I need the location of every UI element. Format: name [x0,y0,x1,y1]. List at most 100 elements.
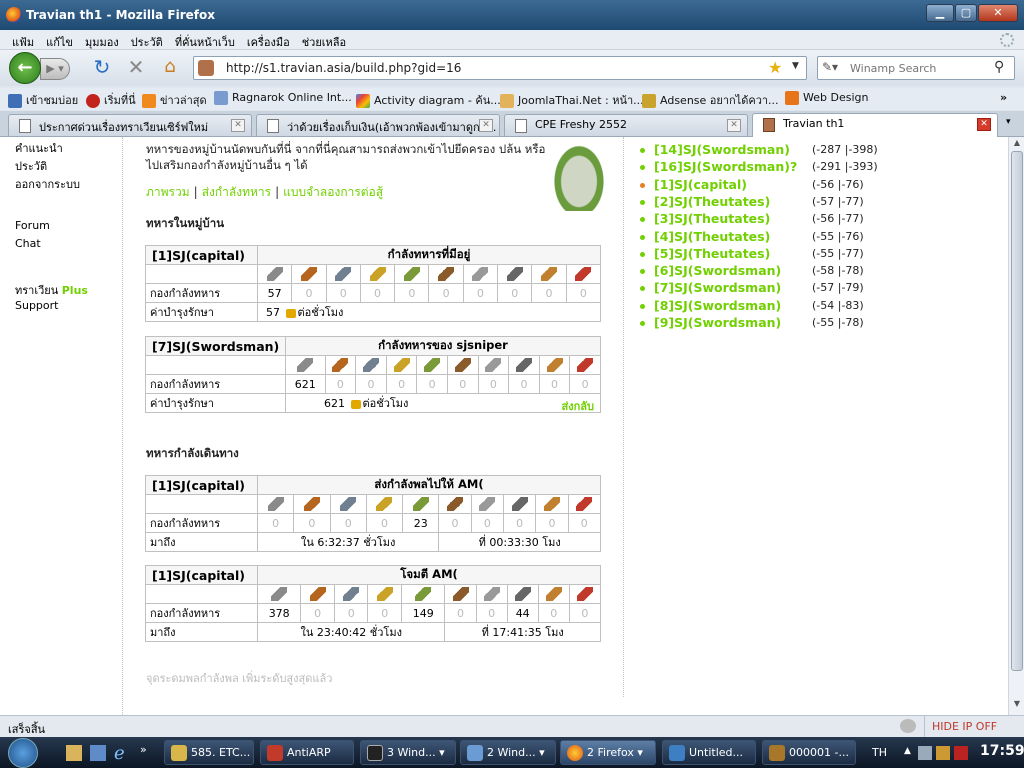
tab-announcement[interactable]: ประกาศด่วนเรื่องทราเวียนเซิร์ฟใหม่ ✕ [8,114,252,136]
google-icon [356,94,370,108]
sidebar-link-history[interactable]: ประวัติ [15,157,47,175]
tray-expand-icon[interactable]: ▲ [904,746,911,756]
address-url[interactable]: http://s1.travian.asia/build.php?gid=16 [226,61,461,75]
bookmark-item[interactable]: Ragnarok Online Int... [214,91,352,105]
taskbar-item-cmd[interactable]: 3 Wind... ▾ [360,740,456,765]
sidebar-link-logout[interactable]: ออกจากระบบ [15,175,80,193]
arrival-time: ที่ 00:33:30 โมง [438,532,601,552]
row-label-arrival: มาถึง [145,622,258,642]
village-link[interactable]: [3]SJ(Theutates) [654,211,770,226]
village-link[interactable]: [16]SJ(Swordsman)? [654,159,797,174]
nav-send-troops-link[interactable]: ส่งกำลังทหาร [202,185,271,199]
fire-catapult-icon [514,587,531,601]
forward-button[interactable]: ▶ ▾ [40,58,70,80]
village-coordinates: (-57 |-77) [812,194,864,208]
quicklaunch-icon[interactable] [66,745,82,761]
troop-count: 0 [475,603,508,623]
search-box[interactable]: ✎▾ ⚲ [817,56,1015,80]
stop-icon[interactable]: ✕ [126,57,146,77]
bookmark-item[interactable]: Adsense อยากได้ควา... [642,91,779,109]
addon-icon[interactable] [900,719,916,733]
search-icon[interactable]: ⚲ [994,59,1004,75]
village-link[interactable]: [1]SJ(capital) [654,177,747,192]
taskbar-item-antiarp[interactable]: AntiARP [260,740,354,765]
nav-overview-link[interactable]: ภาพรวม [146,185,190,199]
village-link[interactable]: [1]SJ(capital) [145,475,258,495]
tab-close-icon[interactable]: ✕ [977,118,991,131]
bookmark-item[interactable]: Activity diagram - ค้น... [356,91,501,109]
tab-cpe-freshy[interactable]: CPE Freshy 2552 ✕ [504,114,748,136]
network-icon[interactable] [918,746,932,760]
bookmark-star-icon[interactable]: ★ [768,58,782,77]
tab-forum-post[interactable]: ว่าด้วยเรื่องเก็บเงิน(เอ้าพวกพ้องเข้ามาด… [256,114,500,136]
address-bar[interactable]: http://s1.travian.asia/build.php?gid=16 … [193,56,807,80]
village-link[interactable]: [1]SJ(capital) [145,245,258,265]
sidebar-link-manual[interactable]: คำแนะนำ [15,139,63,157]
village-link[interactable]: [6]SJ(Swordsman) [654,263,781,278]
fire-catapult-icon [515,358,532,372]
taskbar-item-000001[interactable]: 000001 -... [762,740,856,765]
village-link[interactable]: [4]SJ(Theutates) [654,229,770,244]
show-desktop-icon[interactable] [90,745,106,761]
start-button[interactable] [8,738,38,768]
village-link[interactable]: [7]SJ(Swordsman) [654,280,781,295]
language-indicator[interactable]: TH [872,746,887,759]
reload-icon[interactable]: ↻ [92,57,112,77]
sidebar-link-support[interactable]: Support [15,299,58,312]
back-button[interactable]: ← [9,52,41,84]
village-link[interactable]: [7]SJ(Swordsman) [145,336,286,356]
maximize-button[interactable]: ▢ [955,4,977,22]
search-input[interactable] [850,59,990,77]
row-label-troops: กองกำลังทหาร [145,283,258,303]
taskbar-item-etc[interactable]: 585. ETC... [164,740,254,765]
bookmark-item[interactable]: Web Design [785,91,868,105]
bookmark-item[interactable]: เข้าชมบ่อย [8,91,78,109]
tab-close-icon[interactable]: ✕ [727,119,741,132]
bookmarks-overflow-icon[interactable]: » [1000,91,1007,104]
rss-feed-icon [142,94,156,108]
village-link[interactable]: [8]SJ(Swordsman) [654,298,781,313]
sidebar-link-forum[interactable]: Forum [15,219,50,232]
tab-list-icon[interactable]: ▾ [1006,117,1011,127]
arrival-duration: ใน 6:32:37 ชั่วโมง [256,532,440,552]
search-engine-icon[interactable]: ✎▾ [822,60,846,76]
sidebar-link-plus[interactable]: ทราเวียน Plus [15,281,88,299]
close-button[interactable]: ✕ [978,4,1018,22]
tab-travian[interactable]: Travian th1 ✕ [752,113,998,137]
shield-tray-icon[interactable] [954,746,968,760]
troop-count: 0 [293,513,331,533]
hide-ip-status[interactable]: HIDE IP OFF [932,720,997,733]
tab-close-icon[interactable]: ✕ [479,119,493,132]
page-scrollbar[interactable]: ▲ ▼ [1008,137,1024,715]
taskbar-item-firefox[interactable]: 2 Firefox ▾ [560,740,656,765]
bookmark-item[interactable]: JoomlaThai.Net : หน้า... [500,91,644,109]
scroll-down-icon[interactable]: ▼ [1011,699,1023,711]
troop-count: 0 [300,603,335,623]
tray-app-icon[interactable] [936,746,950,760]
taskbar-item-windows[interactable]: 2 Wind... ▾ [460,740,556,765]
bookmark-item[interactable]: เริ่มที่นี่ [86,91,136,109]
battering-ram-icon [472,267,489,281]
ie-icon[interactable]: ℯ [114,743,125,764]
imperian-icon [343,587,360,601]
tab-close-icon[interactable]: ✕ [231,119,245,132]
scrollbar-thumb[interactable] [1011,151,1023,671]
bookmarks-toolbar: เข้าชมบ่อย เริ่มที่นี่ ข่าวล่าสุด Ragnar… [0,88,1024,110]
bookmark-item[interactable]: ข่าวล่าสุด [142,91,207,109]
scroll-up-icon[interactable]: ▲ [1011,138,1023,150]
send-back-link[interactable]: ส่งกลับ [562,397,594,415]
home-icon[interactable]: ⌂ [160,58,180,76]
battering-ram-icon [483,587,500,601]
village-link[interactable]: [2]SJ(Theutates) [654,194,770,209]
sidebar-link-chat[interactable]: Chat [15,237,41,250]
quicklaunch-more-icon[interactable]: » [140,743,147,756]
taskbar-item-untitled[interactable]: Untitled... [662,740,756,765]
village-link[interactable]: [9]SJ(Swordsman) [654,315,781,330]
village-bullet-icon [640,199,645,205]
nav-combat-simulator-link[interactable]: แบบจำลองการต่อสู้ [283,185,383,199]
village-link[interactable]: [1]SJ(capital) [145,565,258,585]
village-link[interactable]: [14]SJ(Swordsman) [654,142,790,157]
village-link[interactable]: [5]SJ(Theutates) [654,246,770,261]
address-dropdown-icon[interactable]: ▼ [792,61,799,71]
minimize-button[interactable]: ▁ [926,4,954,22]
